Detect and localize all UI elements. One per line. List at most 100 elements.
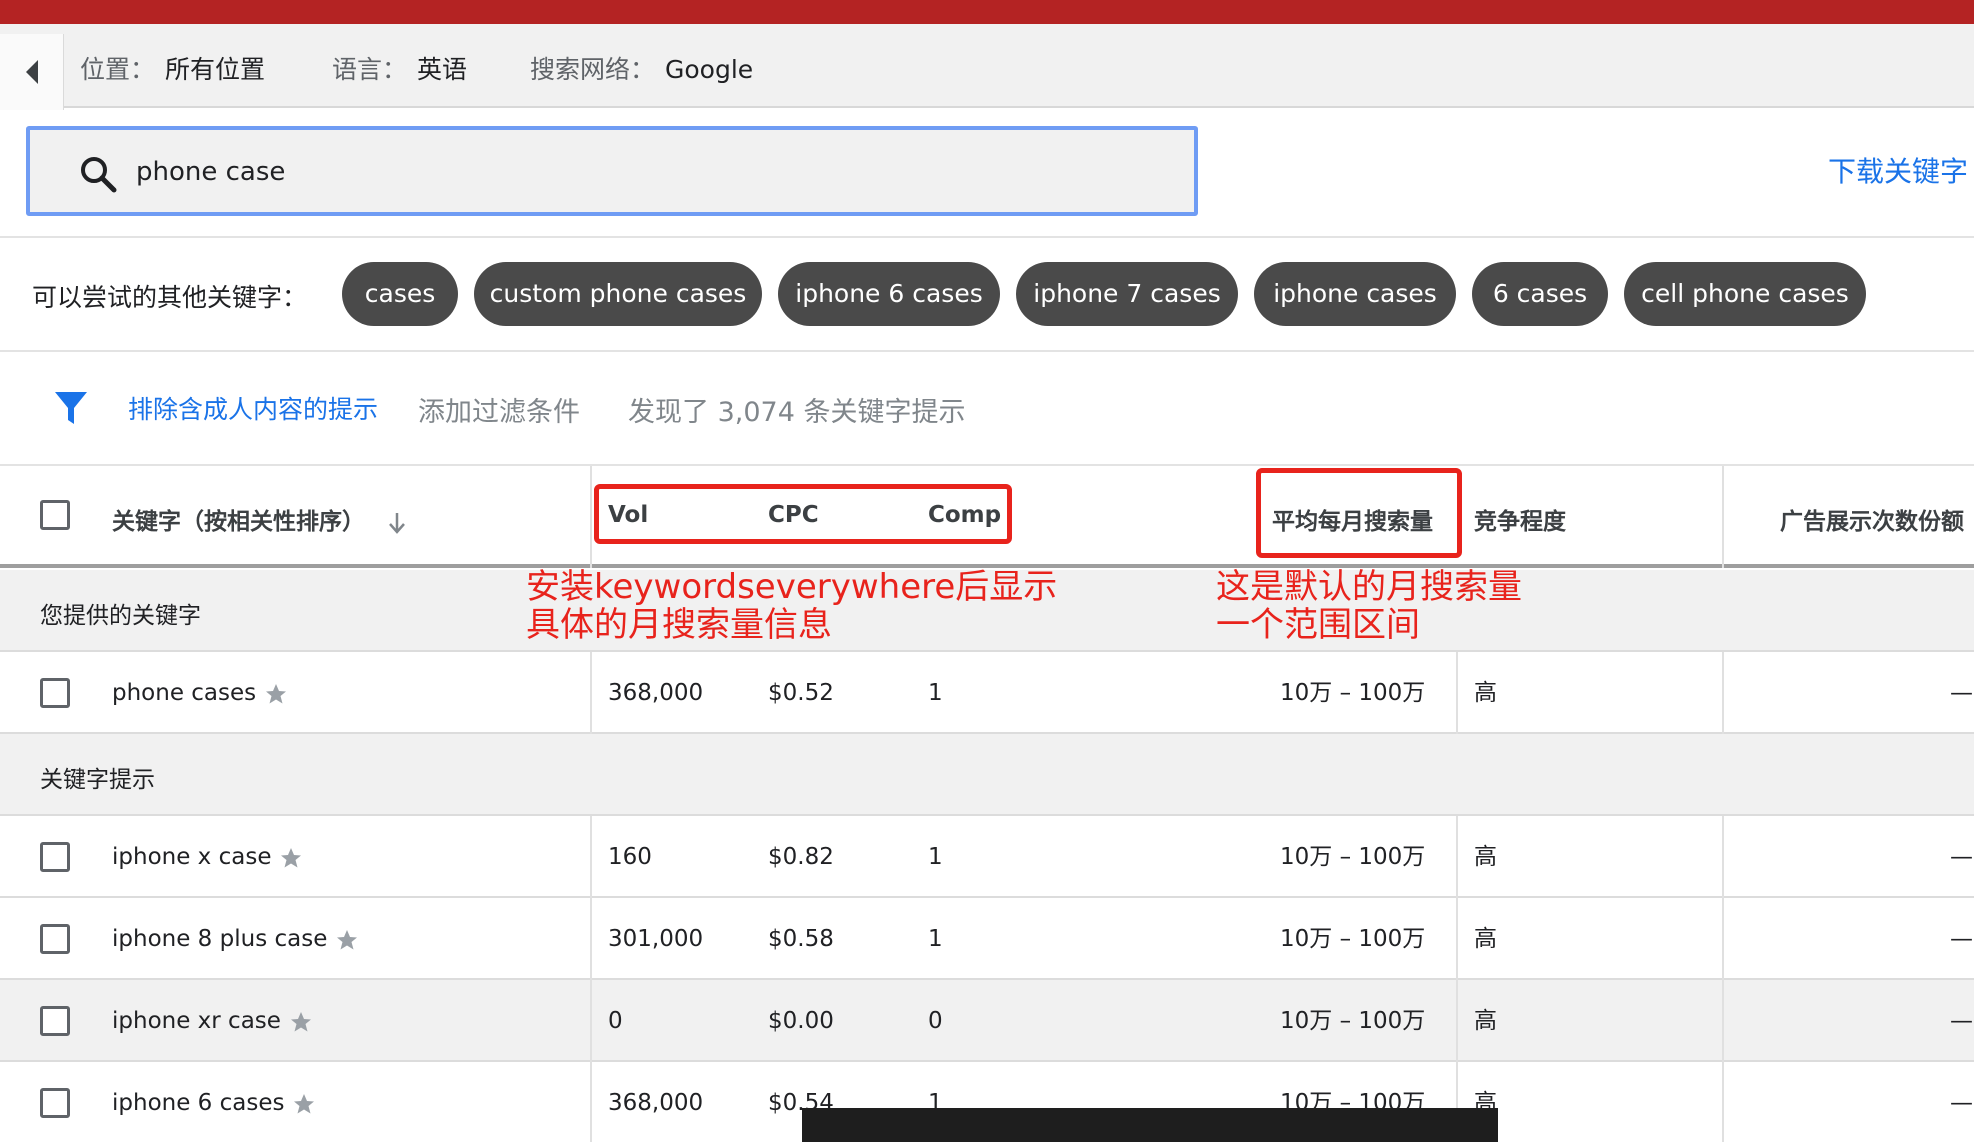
impression-share-header[interactable]: 广告展示次数份额: [1780, 502, 1964, 536]
column-separator: [590, 652, 592, 734]
exclude-adult-link[interactable]: 排除含成人内容的提示: [128, 390, 378, 426]
row-checkbox[interactable]: [40, 1088, 70, 1118]
table-row[interactable]: iphone x case 160 $0.82 1 10万 – 100万 高 —: [0, 816, 1974, 898]
table-row[interactable]: iphone 8 plus case 301,000 $0.58 1 10万 –…: [0, 898, 1974, 980]
result-count: 发现了 3,074 条关键字提示: [628, 397, 966, 428]
star-icon[interactable]: [264, 682, 288, 706]
column-separator: [1722, 652, 1724, 734]
keyword-cell: iphone x case: [112, 816, 303, 898]
row-checkbox[interactable]: [40, 842, 70, 872]
cpc-cell: $0.82: [768, 844, 834, 870]
keyword-header-label: 关键字（按相关性排序）: [112, 509, 365, 535]
table-row[interactable]: phone cases 368,000 $0.52 1 10万 – 100万 高…: [0, 652, 1974, 734]
search-box[interactable]: [26, 126, 1198, 216]
suggestion-chip-6-cases[interactable]: 6 cases: [1472, 262, 1608, 326]
suggestion-chip-iphone-6-cases[interactable]: iphone 6 cases: [778, 262, 1000, 326]
search-input[interactable]: [136, 144, 1036, 200]
row-checkbox[interactable]: [40, 924, 70, 954]
network-value: Google: [665, 55, 754, 84]
annotation-line: 这是默认的月搜索量: [1216, 567, 1522, 607]
annotation-line: 安装keywordseverywhere后显示: [526, 567, 1058, 607]
annotation-line: 一个范围区间: [1216, 605, 1420, 645]
annotation-line: 具体的月搜索量信息: [526, 605, 832, 645]
cpc-cell: $0.00: [768, 1008, 834, 1034]
column-separator: [1456, 652, 1458, 734]
suggestion-chip-cell-phone-cases[interactable]: cell phone cases: [1624, 262, 1866, 326]
annotation-box-avg-monthly: [1256, 468, 1462, 558]
monthly-range-cell: 10万 – 100万: [1280, 680, 1426, 706]
group-keyword-suggestions: 关键字提示: [0, 734, 1974, 816]
column-separator: [590, 816, 592, 1142]
search-icon: [81, 157, 117, 193]
keyword-cell: iphone xr case: [112, 980, 313, 1062]
vol-cell: 301,000: [608, 926, 704, 952]
group-label: 关键字提示: [40, 767, 155, 793]
monthly-range-cell: 10万 – 100万: [1280, 844, 1426, 870]
language-value: 英语: [417, 55, 468, 84]
location-selector[interactable]: 位置： 所有位置: [80, 48, 265, 92]
annotation-box-extension-columns: [594, 484, 1012, 544]
location-bar: 位置： 所有位置 语言： 英语 搜索网络： Google: [0, 24, 1974, 110]
column-separator: [1722, 466, 1724, 568]
keyword-text: iphone x case: [112, 844, 272, 870]
suggestion-chip-custom-phone-cases[interactable]: custom phone cases: [474, 262, 762, 326]
keyword-cell: phone cases: [112, 652, 288, 734]
add-filter-button[interactable]: 添加过滤条件: [418, 390, 580, 429]
vol-cell: 368,000: [608, 680, 704, 706]
suggestion-chip-cases[interactable]: cases: [342, 262, 458, 326]
keyword-text: iphone 6 cases: [112, 1090, 285, 1116]
download-keywords-link[interactable]: 下载关键字: [1828, 150, 1968, 190]
column-separator: [1722, 816, 1724, 1142]
keyword-text: phone cases: [112, 680, 257, 706]
keyword-column-header[interactable]: 关键字（按相关性排序）: [112, 502, 407, 536]
top-red-bar: [0, 0, 1974, 24]
vol-cell: 160: [608, 844, 652, 870]
suggestion-chip-iphone-cases[interactable]: iphone cases: [1254, 262, 1456, 326]
share-cell: —: [1950, 1090, 1973, 1116]
cpc-cell: $0.58: [768, 926, 834, 952]
star-icon[interactable]: [292, 1092, 316, 1116]
suggestion-chip-iphone-7-cases[interactable]: iphone 7 cases: [1016, 262, 1238, 326]
star-icon[interactable]: [279, 846, 303, 870]
location-value: 所有位置: [165, 55, 266, 84]
language-selector[interactable]: 语言： 英语: [332, 48, 467, 92]
divider: [0, 236, 1974, 238]
star-icon[interactable]: [335, 928, 359, 952]
select-all-checkbox[interactable]: [40, 500, 70, 530]
share-cell: —: [1950, 844, 1973, 870]
star-icon[interactable]: [289, 1010, 313, 1034]
annotation-range-note: 这是默认的月搜索量 一个范围区间: [1216, 568, 1522, 644]
competition-cell: 高: [1474, 680, 1497, 706]
competition-cell: 高: [1474, 1008, 1497, 1034]
keyword-cell: iphone 6 cases: [112, 1062, 316, 1142]
competition-header[interactable]: 竞争程度: [1474, 502, 1566, 536]
share-cell: —: [1950, 680, 1973, 706]
vol-cell: 0: [608, 1008, 623, 1034]
keyword-text: iphone 8 plus case: [112, 926, 328, 952]
vol-cell: 368,000: [608, 1090, 704, 1116]
comp-cell: 1: [928, 926, 943, 952]
network-selector[interactable]: 搜索网络： Google: [530, 48, 753, 92]
share-cell: —: [1950, 926, 1973, 952]
monthly-range-cell: 10万 – 100万: [1280, 926, 1426, 952]
language-label: 语言：: [332, 55, 408, 84]
divider: [0, 350, 1974, 352]
filter-funnel-icon[interactable]: [54, 390, 88, 426]
network-label: 搜索网络：: [530, 55, 656, 84]
competition-cell: 高: [1474, 844, 1497, 870]
sort-down-arrow-icon: [389, 512, 405, 534]
column-separator: [590, 466, 592, 568]
keyword-cell: iphone 8 plus case: [112, 898, 359, 980]
back-button[interactable]: [0, 34, 64, 110]
monthly-range-cell: 10万 – 100万: [1280, 1008, 1426, 1034]
row-checkbox[interactable]: [40, 678, 70, 708]
comp-cell: 0: [928, 1008, 943, 1034]
table-row[interactable]: iphone xr case 0 $0.00 0 10万 – 100万 高 —: [0, 980, 1974, 1062]
annotation-extension-note: 安装keywordseverywhere后显示 具体的月搜索量信息: [526, 568, 1057, 644]
group-label: 您提供的关键字: [40, 603, 201, 629]
comp-cell: 1: [928, 844, 943, 870]
comp-cell: 1: [928, 680, 943, 706]
location-label: 位置：: [80, 55, 156, 84]
suggestions-label: 可以尝试的其他关键字：: [32, 283, 308, 312]
row-checkbox[interactable]: [40, 1006, 70, 1036]
